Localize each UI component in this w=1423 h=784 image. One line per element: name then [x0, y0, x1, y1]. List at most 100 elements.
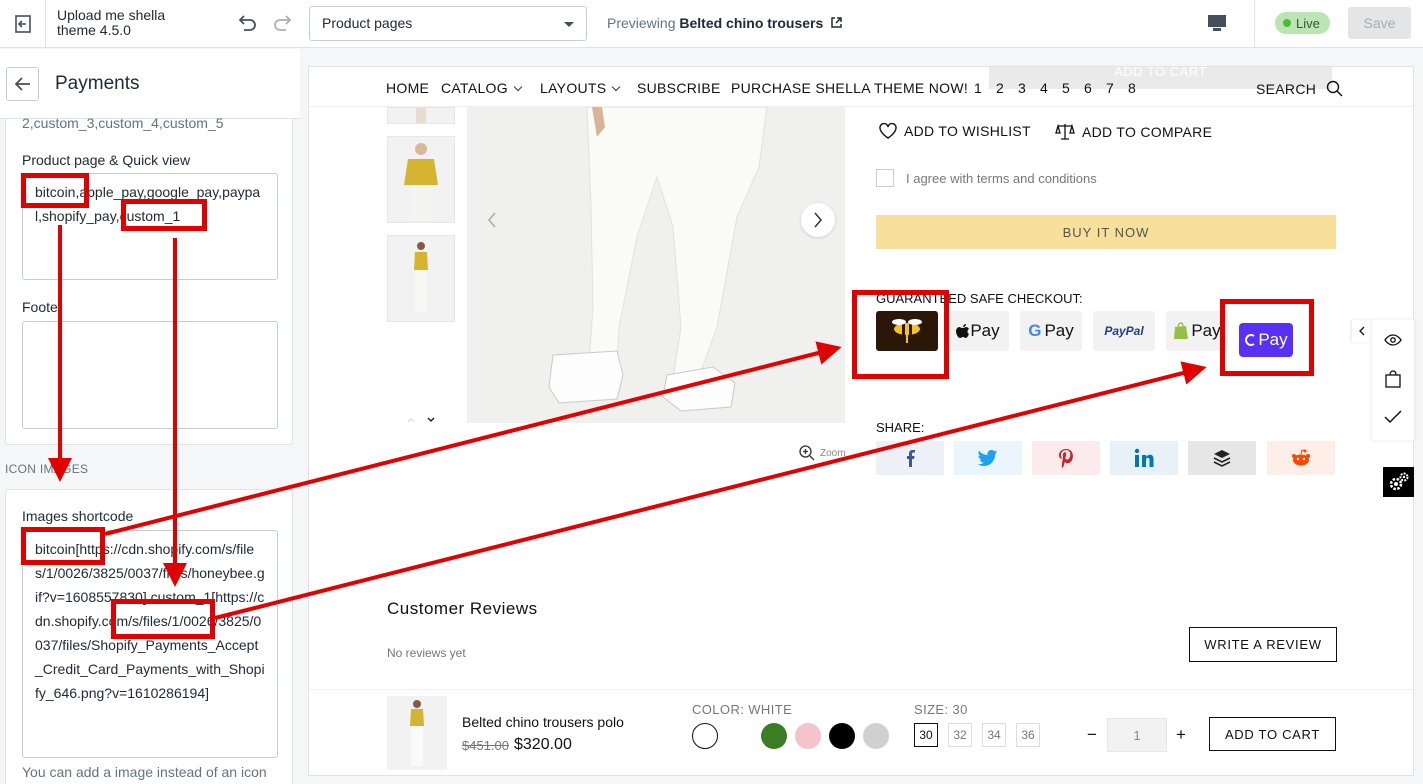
footer-payments-field[interactable]	[22, 321, 278, 429]
size-option[interactable]: 34	[982, 723, 1006, 747]
product-main-image[interactable]	[467, 107, 845, 423]
page-type-select[interactable]: Product pages	[309, 6, 587, 41]
annotation-box-bitcoin-list	[21, 173, 89, 208]
add-to-wishlist[interactable]: ADD TO WISHLIST	[879, 123, 1031, 139]
chevron-left-icon	[1359, 326, 1365, 336]
nav-2[interactable]: 2	[996, 80, 1004, 96]
nav-4[interactable]: 4	[1040, 80, 1048, 96]
annotation-box-bitcoin-shortcode	[21, 527, 105, 565]
chevron-right-icon	[814, 212, 822, 228]
linkedin-icon	[1134, 448, 1154, 467]
sticky-product-image	[387, 696, 447, 770]
prev-image-button[interactable]	[475, 203, 509, 237]
nav-3[interactable]: 3	[1018, 80, 1026, 96]
buffer-icon	[1213, 450, 1231, 467]
live-badge: Live	[1275, 12, 1330, 34]
payment-paypal: PayPal	[1093, 311, 1155, 351]
nav-1[interactable]: 1	[974, 80, 982, 96]
nav-home[interactable]: HOME	[386, 80, 429, 96]
nav-7[interactable]: 7	[1106, 80, 1114, 96]
reddit-icon	[1292, 449, 1310, 466]
no-reviews-text: No reviews yet	[387, 646, 466, 660]
nav-subscribe[interactable]: SUBSCRIBE	[637, 80, 721, 96]
thumbnails-scroll-icon[interactable]	[406, 415, 436, 425]
next-image-button[interactable]	[801, 203, 835, 237]
share-twitter[interactable]	[954, 441, 1022, 475]
eye-icon[interactable]	[1384, 334, 1402, 346]
size-label: SIZE:	[914, 702, 949, 717]
share-facebook[interactable]	[876, 441, 944, 475]
gears-icon	[1389, 472, 1408, 491]
qty-decrease-button[interactable]: −	[1087, 725, 1097, 745]
size-option[interactable]: 36	[1016, 723, 1040, 747]
write-review-button[interactable]: WRITE A REVIEW	[1189, 627, 1337, 662]
exit-icon	[14, 15, 31, 33]
share-pinterest[interactable]	[1032, 441, 1100, 475]
nav-layouts[interactable]: LAYOUTS	[540, 80, 619, 96]
caret-down-icon	[564, 22, 574, 27]
compare-at-price: $451.00	[462, 738, 509, 753]
shopify-pay-label: Pay	[1191, 321, 1221, 340]
external-link-icon[interactable]	[831, 17, 842, 28]
sticky-add-to-cart-bar: Belted chino trousers polo $451.00 $320.…	[309, 689, 1413, 775]
quantity-input[interactable]: 1	[1107, 718, 1167, 752]
share-linkedin[interactable]	[1110, 441, 1178, 475]
nav-8[interactable]: 8	[1128, 80, 1136, 96]
share-label: SHARE:	[876, 420, 925, 435]
back-button[interactable]	[6, 67, 39, 101]
footer-label: Footer	[22, 299, 63, 315]
product-page-label: Product page & Quick view	[22, 152, 191, 168]
swatch-pink[interactable]	[795, 723, 821, 749]
swatch-green[interactable]	[761, 723, 787, 749]
product-thumbnail[interactable]	[387, 235, 455, 322]
swatch-white[interactable]	[692, 723, 718, 749]
terms-checkbox[interactable]: I agree with terms and conditions	[876, 169, 1097, 187]
payment-shopify-pay: Pay	[1166, 311, 1228, 351]
swatch-black[interactable]	[829, 723, 855, 749]
nav-5[interactable]: 5	[1062, 80, 1070, 96]
page-select-value: Product pages	[322, 15, 413, 31]
add-to-cart-button[interactable]: ADD TO CART	[1209, 717, 1336, 751]
size-option[interactable]: 32	[948, 723, 972, 747]
facebook-icon	[907, 450, 915, 467]
apple-icon	[956, 324, 970, 338]
size-option[interactable]: 30	[914, 723, 938, 747]
swatch-gray[interactable]	[863, 723, 889, 749]
qty-increase-button[interactable]: +	[1176, 725, 1186, 745]
settings-sidebar: Payments 2,custom_3,custom_4,custom_5 Pr…	[0, 49, 300, 784]
shortcode-label: Images shortcode	[22, 508, 134, 524]
settings-gear-button[interactable]	[1383, 467, 1414, 497]
color-label: COLOR:	[692, 702, 745, 717]
shopping-bag-icon[interactable]	[1385, 370, 1401, 388]
product-thumbnail[interactable]	[387, 136, 455, 223]
checkmark-icon[interactable]	[1384, 410, 1402, 424]
buy-it-now-button[interactable]: BUY IT NOW	[876, 215, 1336, 249]
undo-icon[interactable]	[236, 12, 258, 34]
compare-label: ADD TO COMPARE	[1082, 123, 1213, 140]
share-buffer[interactable]	[1188, 441, 1256, 475]
add-to-compare[interactable]: ADD TO COMPARE	[1055, 123, 1212, 140]
previewing-product[interactable]: Belted chino trousers	[679, 15, 823, 31]
annotation-box-honeybee-icon	[852, 290, 949, 379]
nav-purchase[interactable]: PURCHASE SHELLA THEME NOW!	[731, 80, 968, 96]
share-reddit[interactable]	[1267, 441, 1335, 475]
zoom-button[interactable]: Zoom	[799, 445, 846, 461]
tools-toggle-button[interactable]	[1352, 320, 1372, 342]
payment-google-pay: G Pay	[1020, 311, 1082, 351]
redo-icon[interactable]	[272, 12, 294, 34]
live-dot-icon	[1283, 19, 1291, 27]
paypal-label: PayPal	[1104, 324, 1144, 338]
nav-6[interactable]: 6	[1084, 80, 1092, 96]
save-button[interactable]: Save	[1348, 7, 1411, 39]
desktop-view-icon[interactable]	[1207, 14, 1227, 32]
live-label: Live	[1296, 15, 1320, 31]
search-icon	[1327, 80, 1343, 97]
previous-field-value: 2,custom_3,custom_4,custom_5	[22, 115, 224, 131]
nav-search[interactable]: SEARCH	[1256, 80, 1343, 97]
nav-catalog[interactable]: CATALOG	[441, 80, 521, 96]
exit-button[interactable]	[0, 0, 46, 48]
sidebar-header: Payments	[0, 49, 300, 119]
product-thumbnail[interactable]	[387, 107, 455, 124]
color-option-label: COLOR: WHITE	[692, 702, 792, 717]
heart-icon	[879, 123, 897, 139]
